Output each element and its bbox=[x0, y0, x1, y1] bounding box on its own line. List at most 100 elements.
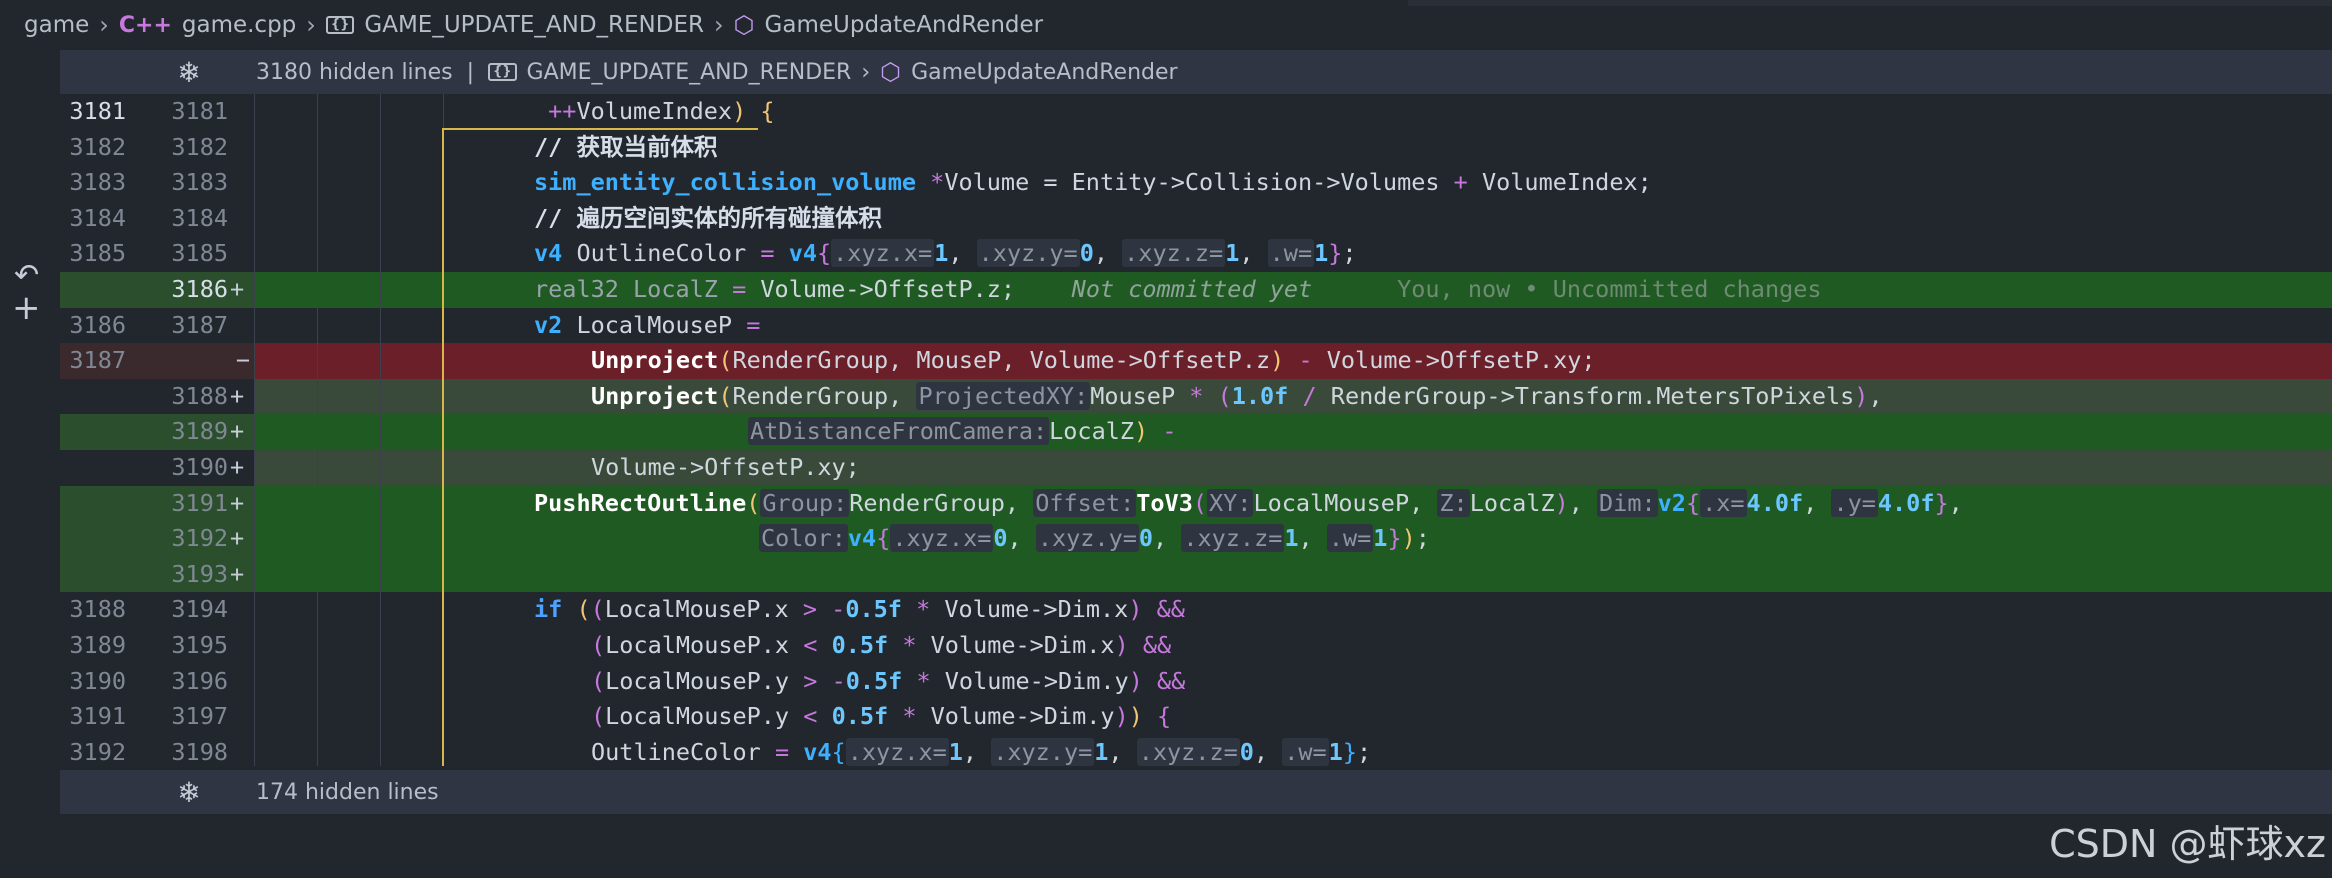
new-line-number: 3186 bbox=[171, 274, 228, 303]
hidden-bar-namespace[interactable]: GAME_UPDATE_AND_RENDER bbox=[527, 60, 852, 85]
code-line-added[interactable]: 3192 + Color:v4{.xyz.x=0, .xyz.y=0, .xyz… bbox=[60, 521, 2332, 557]
old-line-number bbox=[60, 272, 126, 308]
separator: | bbox=[466, 59, 475, 85]
new-line-number: 3197 bbox=[171, 702, 228, 731]
diff-mark bbox=[228, 308, 254, 344]
diff-mark bbox=[228, 735, 254, 771]
diff-mark: + bbox=[230, 417, 245, 446]
code-text: v2 LocalMouseP = bbox=[534, 310, 761, 339]
code-line[interactable]: 3188 3194 if ((LocalMouseP.x > -0.5f * V… bbox=[60, 592, 2332, 628]
breadcrumb: game › C++ game.cpp › {} GAME_UPDATE_AND… bbox=[0, 0, 2332, 50]
unfold-icon[interactable]: ❄ bbox=[166, 56, 212, 89]
diff-mark: + bbox=[230, 452, 245, 481]
new-line-number bbox=[126, 343, 228, 379]
code-line[interactable]: 3192 3198 OutlineColor = v4{.xyz.x=1, .x… bbox=[60, 735, 2332, 771]
new-line-number: 3191 bbox=[171, 488, 228, 517]
code-text: OutlineColor = v4{.xyz.x=1, .xyz.y=1, .x… bbox=[591, 737, 1372, 766]
diff-mark bbox=[228, 130, 254, 166]
old-line-number: 3181 bbox=[69, 97, 126, 125]
hidden-bar-function[interactable]: GameUpdateAndRender bbox=[911, 60, 1177, 85]
new-line-number: 3195 bbox=[171, 630, 228, 659]
code-line-removed[interactable]: 3187 − Unproject(RenderGroup, MouseP, Vo… bbox=[60, 343, 2332, 379]
code-text: real32 LocalZ = Volume->OffsetP.z; Not c… bbox=[254, 271, 2332, 308]
old-line-number: 3183 bbox=[69, 168, 126, 197]
code-text: Volume->OffsetP.xy; bbox=[254, 449, 2332, 486]
code-text: Unproject(RenderGroup, ProjectedXY:Mouse… bbox=[254, 378, 2332, 415]
code-line[interactable]: 3182 3182 // 获取当前体积 bbox=[60, 130, 2332, 166]
old-line-number bbox=[60, 521, 126, 557]
hidden-lines-bar-bottom[interactable]: ❄ 174 hidden lines bbox=[60, 770, 2332, 814]
cpp-file-icon: C++ bbox=[118, 12, 172, 38]
old-line-number: 3186 bbox=[69, 310, 126, 339]
new-line-number: 3183 bbox=[171, 168, 228, 197]
code-line-added[interactable]: 3193 + bbox=[60, 556, 2332, 593]
breadcrumb-function[interactable]: GameUpdateAndRender bbox=[765, 12, 1044, 38]
chevron-right-icon: › bbox=[861, 59, 871, 85]
chevron-right-icon: › bbox=[306, 11, 316, 39]
new-line-number: 3196 bbox=[171, 666, 228, 695]
diff-mark: + bbox=[230, 524, 245, 553]
new-line-number: 3185 bbox=[171, 239, 228, 268]
breadcrumb-file[interactable]: game.cpp bbox=[182, 12, 296, 38]
new-line-number: 3192 bbox=[171, 524, 228, 553]
chevron-right-icon: › bbox=[713, 11, 724, 39]
diff-mark bbox=[228, 165, 254, 201]
new-line-number: 3187 bbox=[171, 310, 228, 339]
code-text: if ((LocalMouseP.x > -0.5f * Volume->Dim… bbox=[534, 595, 1185, 624]
hidden-bar-breadcrumb: {} GAME_UPDATE_AND_RENDER › ⬡ GameUpdate… bbox=[488, 58, 1178, 86]
code-line[interactable]: 3190 3196 (LocalMouseP.y > -0.5f * Volum… bbox=[60, 664, 2332, 700]
old-line-number bbox=[60, 486, 126, 522]
new-line-number: 3188 bbox=[171, 381, 228, 410]
code-line-added[interactable]: 3186 + real32 LocalZ = Volume->OffsetP.z… bbox=[60, 271, 2332, 308]
code-text: v4 OutlineColor = v4{.xyz.x=1, .xyz.y=0,… bbox=[534, 239, 1357, 268]
breadcrumb-namespace[interactable]: GAME_UPDATE_AND_RENDER bbox=[364, 12, 704, 38]
top-ruler bbox=[1408, 0, 2332, 6]
code-text: // 遍历空间实体的所有碰撞体积 bbox=[534, 203, 882, 232]
diff-mark: + bbox=[230, 274, 245, 303]
old-line-number: 3184 bbox=[69, 203, 126, 232]
code-line-added[interactable]: 3190 + Volume->OffsetP.xy; bbox=[60, 449, 2332, 486]
new-line-number: 3181 bbox=[171, 97, 228, 125]
old-line-number bbox=[60, 450, 126, 486]
new-line-number: 3193 bbox=[171, 559, 228, 588]
diff-mark: + bbox=[230, 381, 245, 410]
old-line-number: 3188 bbox=[69, 595, 126, 624]
add-comment-icon[interactable]: + bbox=[12, 288, 41, 328]
code-line[interactable]: 3186 3187 v2 LocalMouseP = bbox=[60, 308, 2332, 344]
new-line-number: 3194 bbox=[171, 595, 228, 624]
code-line-added[interactable]: 3189 + AtDistanceFromCamera:LocalZ) - bbox=[60, 414, 2332, 450]
diff-editor[interactable]: 3181 3181 ++VolumeIndex) { 3182 3182 // … bbox=[60, 94, 2332, 770]
new-line-number: 3182 bbox=[171, 132, 228, 161]
code-text: PushRectOutline(Group:RenderGroup, Offse… bbox=[254, 485, 2332, 522]
code-text: ++VolumeIndex) { bbox=[548, 97, 775, 125]
code-text: Color:v4{.xyz.x=0, .xyz.y=0, .xyz.z=1, .… bbox=[254, 521, 2332, 557]
diff-mark bbox=[228, 236, 254, 272]
chevron-right-icon: › bbox=[99, 11, 109, 39]
code-line[interactable]: 3185 3185 v4 OutlineColor = v4{.xyz.x=1,… bbox=[60, 236, 2332, 272]
code-text: sim_entity_collision_volume *Volume = En… bbox=[534, 168, 1652, 197]
new-line-number: 3190 bbox=[171, 452, 228, 481]
diff-mark: + bbox=[230, 559, 245, 588]
old-line-number: 3189 bbox=[69, 630, 126, 659]
hidden-lines-label: 3180 hidden lines bbox=[256, 59, 453, 85]
code-line[interactable]: 3181 3181 ++VolumeIndex) { bbox=[60, 94, 2332, 130]
diff-mark bbox=[228, 201, 254, 237]
code-line[interactable]: 3184 3184 // 遍历空间实体的所有碰撞体积 bbox=[60, 201, 2332, 237]
code-line[interactable]: 3189 3195 (LocalMouseP.x < 0.5f * Volume… bbox=[60, 628, 2332, 664]
code-line[interactable]: 3191 3197 (LocalMouseP.y < 0.5f * Volume… bbox=[60, 699, 2332, 735]
code-line[interactable]: 3183 3183 sim_entity_collision_volume *V… bbox=[60, 165, 2332, 201]
unfold-icon[interactable]: ❄ bbox=[166, 776, 212, 809]
watermark: CSDN @虾球xz bbox=[2049, 822, 2326, 866]
code-text bbox=[254, 556, 2332, 593]
method-cube-icon: ⬡ bbox=[733, 11, 755, 39]
diff-mark bbox=[228, 628, 254, 664]
breadcrumb-folder[interactable]: game bbox=[24, 12, 89, 38]
diff-mark: − bbox=[235, 346, 250, 375]
old-line-number: 3187 bbox=[69, 346, 126, 375]
code-line-added[interactable]: 3191 + PushRectOutline(Group:RenderGroup… bbox=[60, 485, 2332, 522]
hidden-lines-bar-top[interactable]: ❄ 3180 hidden lines | {} GAME_UPDATE_AND… bbox=[60, 50, 2332, 94]
code-line-added[interactable]: 3188 + Unproject(RenderGroup, ProjectedX… bbox=[60, 378, 2332, 415]
diff-mark bbox=[228, 94, 254, 130]
new-line-number: 3184 bbox=[171, 203, 228, 232]
code-text: (LocalMouseP.x < 0.5f * Volume->Dim.x) &… bbox=[591, 630, 1172, 659]
